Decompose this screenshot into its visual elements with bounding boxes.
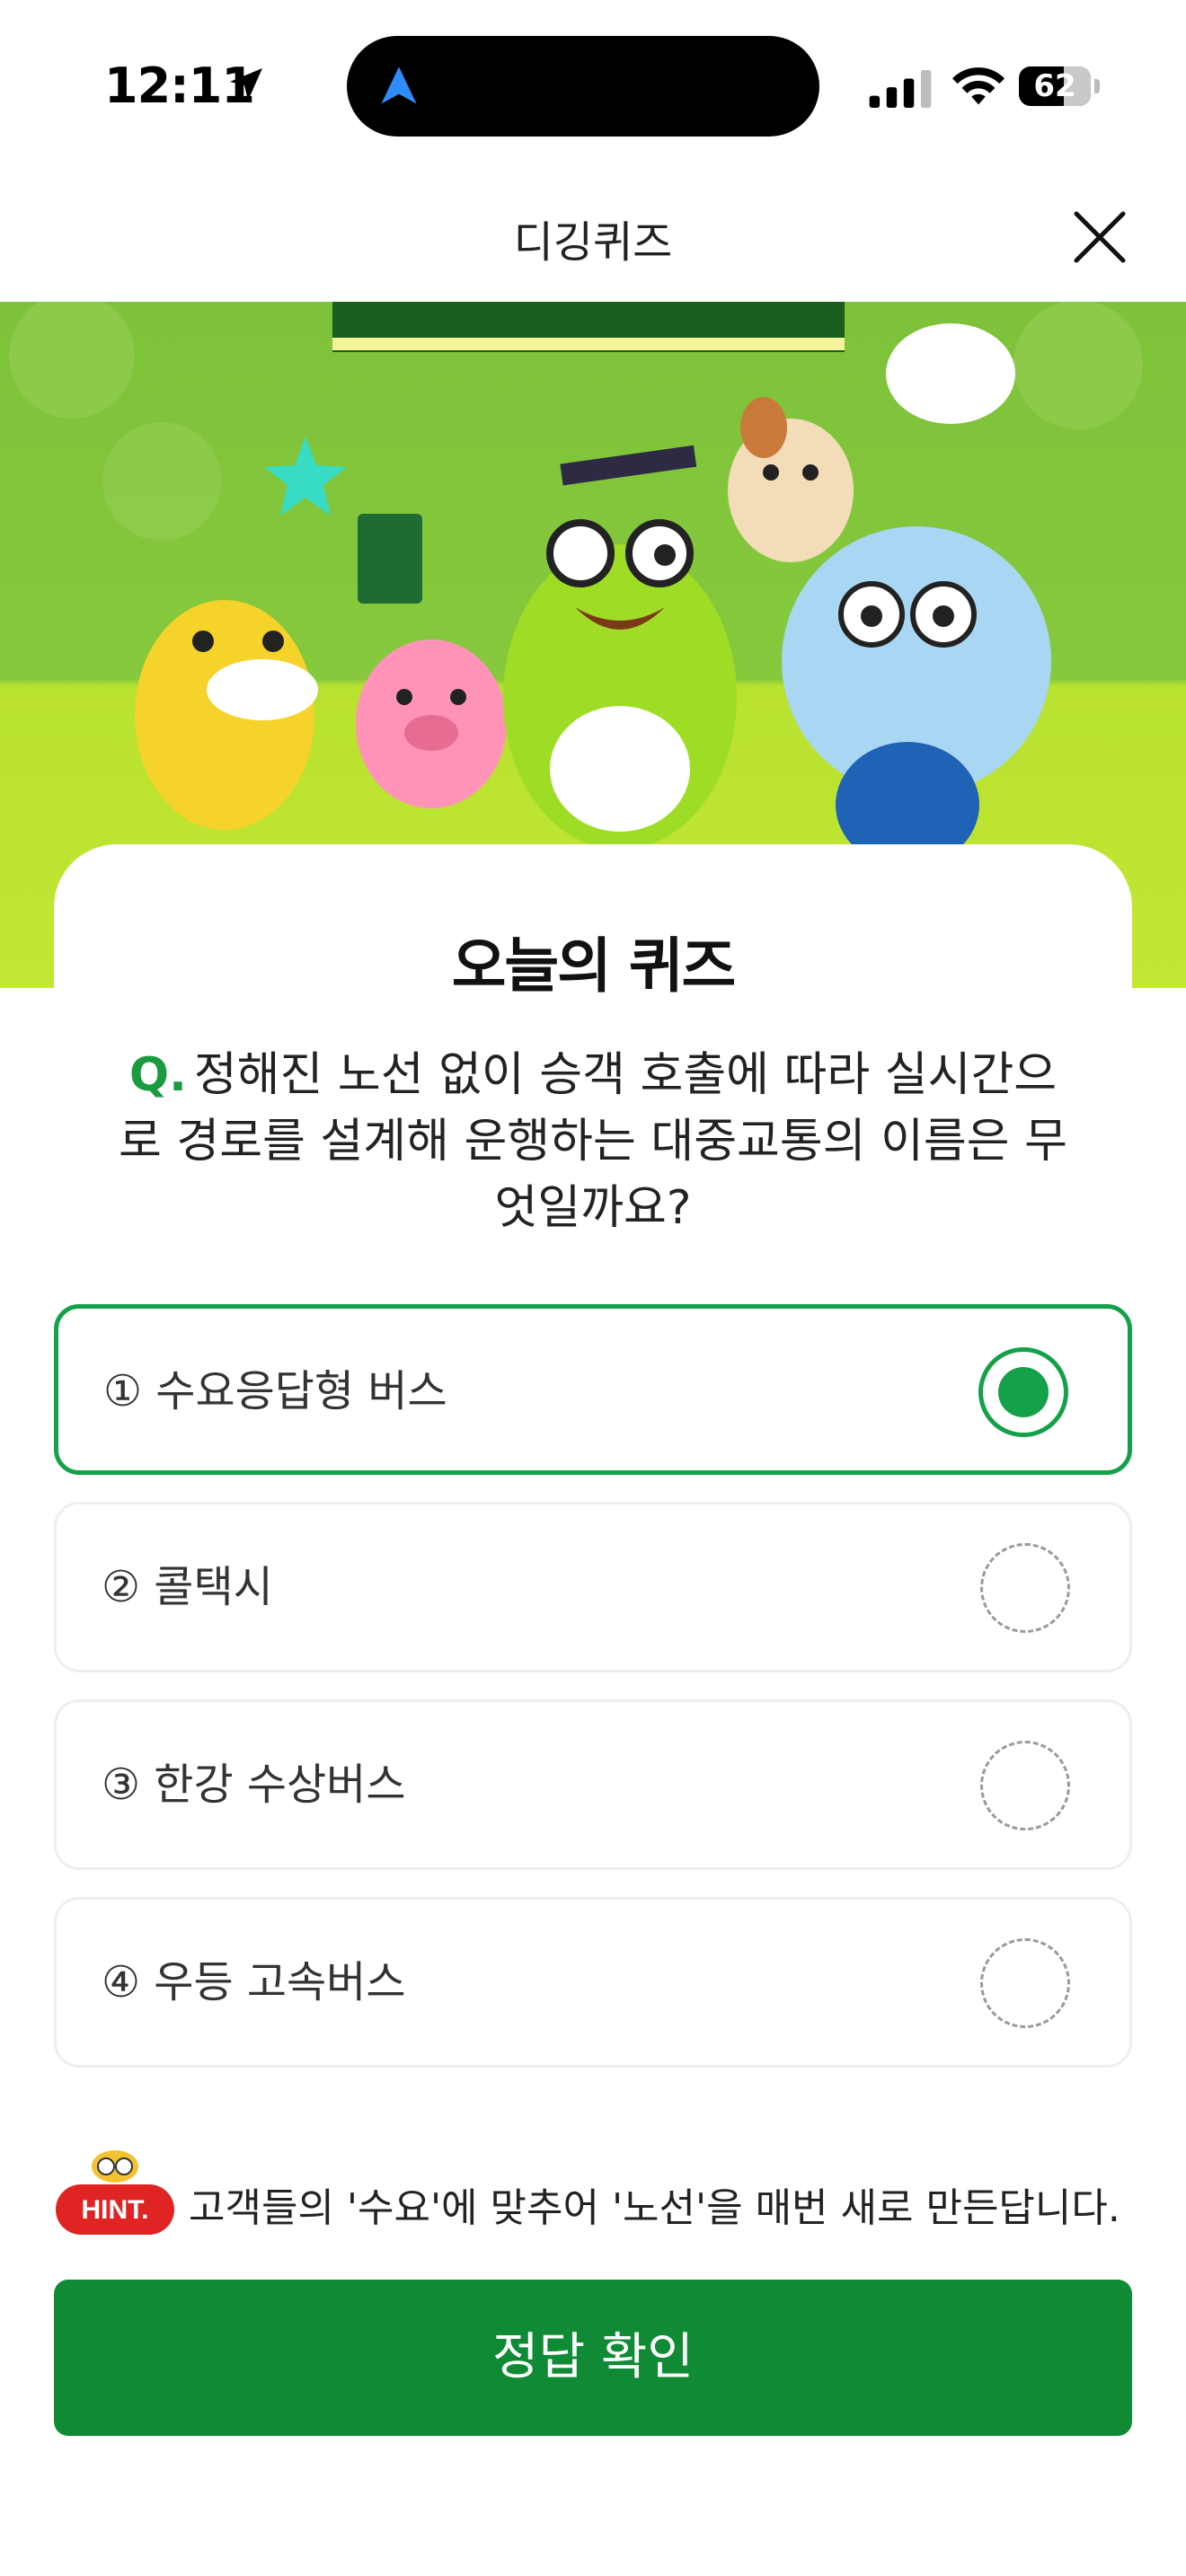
navigation-arrow-icon [381,66,417,104]
hint-badge-icon: HINT. [56,2150,174,2235]
answer-option-2[interactable]: ② 콜택시 [54,1502,1132,1672]
status-bar: 12:11 62 [0,0,1186,171]
option-label: ① 수요응답형 버스 [103,1366,447,1416]
page-title: 디깅퀴즈 [513,217,673,268]
option-label: ④ 우등 고속버스 [102,1957,406,2007]
hint-text: 고객들의 '수요'에 맞추어 '노선'을 매번 새로 만든답니다. [189,2185,1120,2231]
question-text: 정해진 노선 없이 승객 호출에 따라 실시간으로 경로를 설계해 운행하는 대… [119,1048,1067,1235]
option-label: ② 콜택시 [102,1562,273,1612]
hint-badge-label: HINT. [82,2195,149,2225]
quiz-title: 오늘의 퀴즈 [444,918,742,1004]
question-mark-label: Q. [128,1048,187,1102]
wifi-icon [951,67,1005,105]
radio-unselected-icon[interactable] [980,1741,1070,1831]
answer-option-1[interactable]: ① 수요응답형 버스 [54,1304,1132,1475]
confirm-answer-button[interactable]: 정답 확인 [54,2280,1132,2436]
hint-row: HINT. 고객들의 '수요'에 맞추어 '노선'을 매번 새로 만든답니다. [54,2148,1150,2238]
dynamic-island [347,36,819,137]
radio-unselected-icon[interactable] [980,1543,1070,1633]
battery-level: 62 [1033,68,1076,104]
header: 디깅퀴즈 [0,171,1186,302]
close-icon[interactable] [1064,201,1136,273]
answer-option-3[interactable]: ③ 한강 수상버스 [54,1699,1132,1870]
radio-selected-icon[interactable] [978,1347,1068,1437]
answer-option-4[interactable]: ④ 우등 고속버스 [54,1897,1132,2068]
quiz-question: Q. 정해진 노선 없이 승객 호출에 따라 실시간으로 경로를 설계해 운행하는… [108,1042,1078,1241]
radio-unselected-icon[interactable] [980,1938,1070,2028]
cellular-signal-icon [869,70,932,108]
option-label: ③ 한강 수상버스 [102,1760,406,1810]
location-arrow-icon [230,68,262,101]
battery-indicator: 62 [1019,66,1102,106]
